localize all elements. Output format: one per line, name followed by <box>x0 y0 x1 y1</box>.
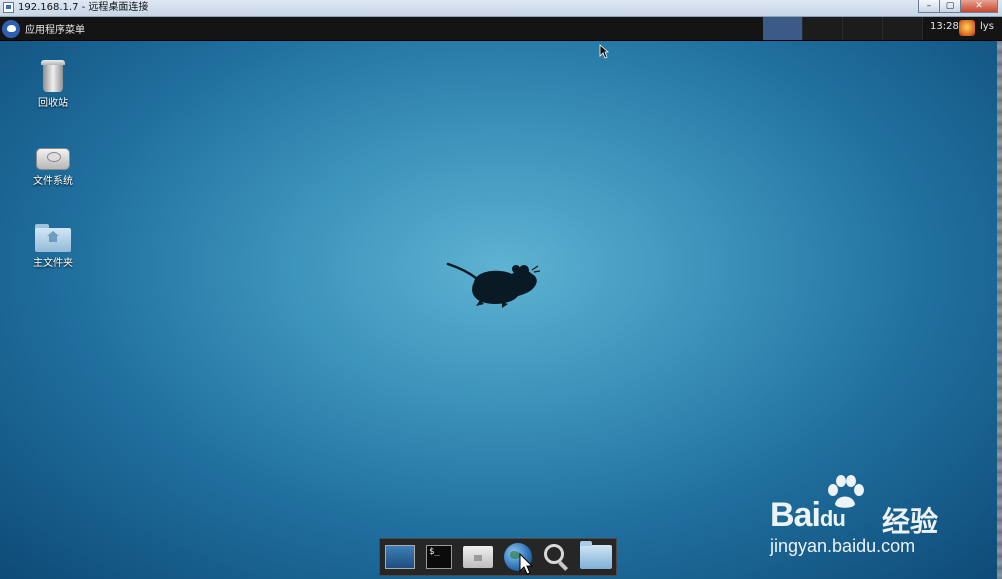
watermark-brand: Baidu <box>770 496 846 534</box>
desktop-icon-home[interactable]: 主文件夹 <box>22 224 84 269</box>
mouse-pointer-icon <box>519 553 533 575</box>
file-manager-icon <box>580 541 613 569</box>
xfce-logo-icon <box>2 19 20 38</box>
workspace-3[interactable] <box>843 17 883 40</box>
desktop-icon-label: 主文件夹 <box>33 258 73 269</box>
remote-desktop-icon <box>3 2 14 13</box>
workspace-4[interactable] <box>883 17 923 40</box>
desktop-icon-label: 回收站 <box>38 98 68 109</box>
dock-file-manager[interactable] <box>579 541 613 573</box>
rdp-titlebar: 192.168.1.7 - 远程桌面连接 – ▢ ✕ <box>0 0 1002 17</box>
terminal-icon: $_ <box>425 545 452 569</box>
remote-pointer-icon <box>599 44 609 59</box>
trash-icon <box>41 60 65 92</box>
restore-button[interactable]: ▢ <box>939 0 961 13</box>
desktop-icon-filesystem[interactable]: 文件系统 <box>22 144 84 187</box>
desktop-icon-label: 文件系统 <box>33 176 73 187</box>
panel-clock[interactable]: 13:28 <box>930 21 959 32</box>
workspace-1[interactable] <box>763 17 803 40</box>
xfce-mouse-logo-icon <box>446 262 541 308</box>
panel-username[interactable]: lys <box>980 21 994 32</box>
dock-home[interactable] <box>461 541 495 573</box>
watermark-cn: 经验 <box>882 505 939 538</box>
dock-show-desktop[interactable] <box>383 541 417 573</box>
home-folder-icon <box>35 224 71 252</box>
home-icon <box>463 546 494 568</box>
app-finder-icon <box>543 544 564 564</box>
desktop-icon-trash[interactable]: 回收站 <box>22 60 84 109</box>
watermark-url: jingyan.baidu.com <box>770 536 916 556</box>
top-panel: 应用程序菜单 13:28 lys <box>0 17 1002 41</box>
close-button[interactable]: ✕ <box>960 0 998 13</box>
window-title: 192.168.1.7 - 远程桌面连接 <box>18 2 149 13</box>
drive-icon <box>36 144 70 170</box>
dock-terminal[interactable]: $_ <box>422 541 456 573</box>
host-window-edge <box>997 41 1002 579</box>
applications-menu-label: 应用程序菜单 <box>25 25 85 36</box>
workspace-switcher <box>763 17 923 40</box>
user-avatar-icon[interactable] <box>959 20 975 36</box>
baidu-watermark: Baidu 经验 jingyan.baidu.com <box>770 474 950 564</box>
dock-app-finder[interactable] <box>540 541 574 573</box>
minimize-button[interactable]: – <box>918 0 940 13</box>
applications-menu-button[interactable]: 应用程序菜单 <box>2 19 85 38</box>
show-desktop-icon <box>384 545 415 569</box>
workspace-2[interactable] <box>803 17 843 40</box>
bottom-dock: $_ <box>379 538 617 576</box>
window-controls: – ▢ ✕ <box>918 0 998 14</box>
